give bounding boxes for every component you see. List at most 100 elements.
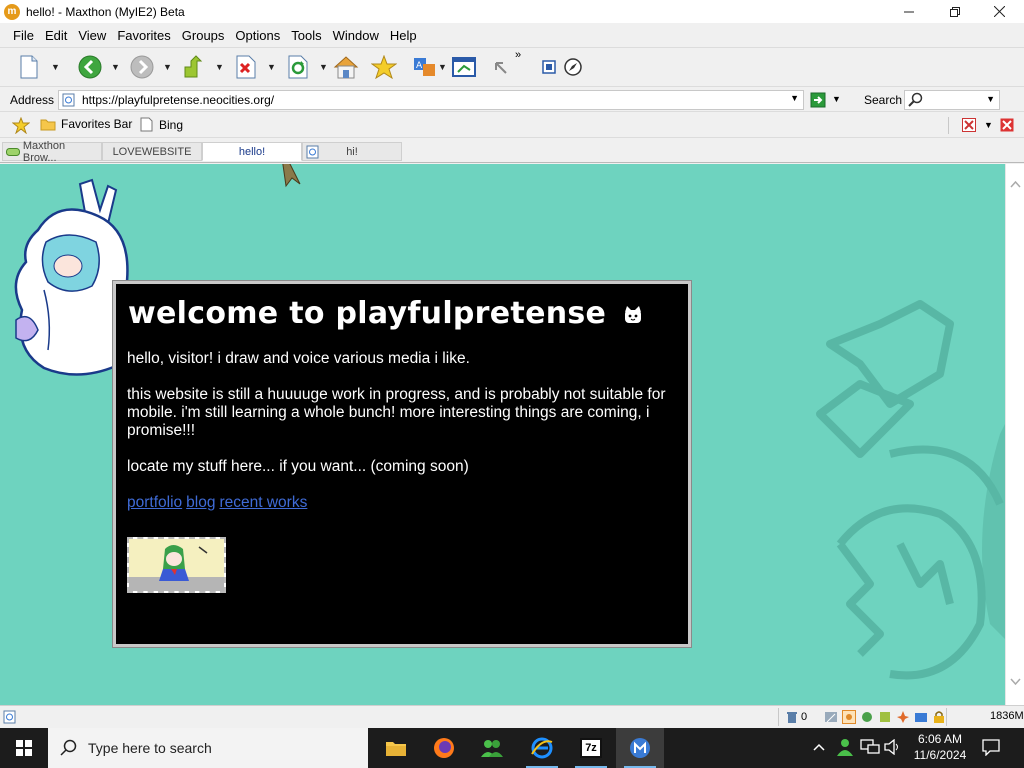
recent-works-link[interactable]: recent works bbox=[219, 494, 307, 511]
window-title: hello! - Maxthon (MyIE2) Beta bbox=[26, 4, 185, 19]
plugin-icon[interactable] bbox=[878, 710, 892, 724]
blog-link[interactable]: blog bbox=[186, 494, 215, 511]
firefox-taskbar[interactable] bbox=[420, 728, 468, 768]
address-url: https://playfulpretense.neocities.org/ bbox=[82, 93, 275, 107]
clock-time: 6:06 AM bbox=[917, 732, 963, 746]
maximize-button[interactable] bbox=[932, 0, 978, 23]
trash-icon bbox=[787, 712, 797, 723]
notifications-button[interactable] bbox=[982, 739, 1000, 759]
network-tray-icon[interactable] bbox=[860, 739, 880, 758]
refresh-dropdown-icon[interactable]: ▼ bbox=[319, 62, 328, 72]
close-tab-button[interactable] bbox=[962, 118, 976, 135]
menu-file[interactable]: File bbox=[8, 28, 39, 43]
tab-hi[interactable]: hi! bbox=[302, 142, 402, 161]
tab-maxthon-browser[interactable]: Maxthon Brow... bbox=[2, 140, 102, 164]
toolbar-more-chevron[interactable]: » bbox=[515, 49, 521, 61]
title-bar: m hello! - Maxthon (MyIE2) Beta bbox=[0, 0, 1024, 23]
translate-button[interactable]: A bbox=[412, 54, 438, 80]
screen-capture-icon[interactable] bbox=[914, 710, 928, 724]
translate-dropdown-icon[interactable]: ▼ bbox=[438, 62, 447, 72]
page-title: welcome to playfulpretense bbox=[128, 296, 643, 331]
menu-favorites[interactable]: Favorites bbox=[112, 28, 175, 43]
forward-arrow-icon bbox=[130, 55, 154, 79]
favorites-bar-folder[interactable]: Favorites Bar bbox=[40, 117, 132, 131]
page-icon bbox=[140, 117, 153, 132]
window-tile-button[interactable] bbox=[451, 54, 477, 80]
favorite-bing[interactable]: Bing bbox=[140, 117, 183, 132]
show-hidden-icons[interactable] bbox=[812, 740, 826, 757]
scroll-down-icon bbox=[1010, 678, 1021, 686]
forward-button[interactable] bbox=[129, 54, 155, 80]
close-dropdown-icon[interactable]: ▼ bbox=[984, 120, 993, 130]
trash-counter[interactable]: 0 bbox=[786, 710, 807, 724]
pin-button[interactable] bbox=[489, 54, 515, 80]
ad-hunter-icon[interactable] bbox=[860, 710, 874, 724]
start-button[interactable] bbox=[0, 728, 48, 768]
stop-button[interactable] bbox=[233, 54, 259, 80]
clock-date: 11/6/2024 bbox=[913, 748, 967, 762]
maxthon-app-icon[interactable]: m bbox=[4, 3, 20, 20]
back-button[interactable] bbox=[77, 54, 103, 80]
menu-options[interactable]: Options bbox=[230, 28, 285, 43]
up-button[interactable] bbox=[181, 54, 207, 80]
address-label: Address bbox=[10, 93, 55, 107]
minimize-button[interactable] bbox=[886, 0, 932, 23]
refresh-button[interactable] bbox=[285, 54, 311, 80]
proxy-icon[interactable] bbox=[824, 710, 838, 724]
back-dropdown-icon[interactable]: ▼ bbox=[111, 62, 120, 72]
tray-user-icon[interactable] bbox=[836, 738, 854, 759]
diagonal-arrow-icon bbox=[495, 62, 507, 74]
portfolio-link[interactable]: portfolio bbox=[127, 494, 182, 511]
status-divider bbox=[778, 708, 779, 726]
minimize-icon bbox=[904, 11, 914, 12]
memory-usage: 1836M bbox=[990, 710, 1024, 722]
menu-edit[interactable]: Edit bbox=[40, 28, 72, 43]
internet-explorer-taskbar[interactable] bbox=[518, 728, 566, 768]
taskbar-search-placeholder: Type here to search bbox=[88, 740, 212, 756]
menu-window[interactable]: Window bbox=[328, 28, 384, 43]
favorites-star-icon[interactable] bbox=[12, 117, 30, 134]
forward-dropdown-icon[interactable]: ▼ bbox=[163, 62, 172, 72]
tab-lovewebsite[interactable]: LOVEWEBSITE bbox=[102, 142, 202, 161]
tab-hello[interactable]: hello! bbox=[202, 142, 302, 161]
7zip-taskbar[interactable]: 7z bbox=[567, 728, 615, 768]
page-favicon-icon bbox=[62, 93, 75, 107]
volume-tray-icon[interactable] bbox=[884, 738, 902, 758]
address-dropdown-icon[interactable]: ▼ bbox=[790, 93, 799, 103]
new-page-dropdown-icon[interactable]: ▼ bbox=[51, 62, 60, 72]
menu-tools[interactable]: Tools bbox=[286, 28, 326, 43]
users-app-taskbar[interactable] bbox=[468, 728, 516, 768]
up-dropdown-icon[interactable]: ▼ bbox=[215, 62, 224, 72]
menu-help[interactable]: Help bbox=[385, 28, 422, 43]
stamp-image[interactable] bbox=[127, 537, 226, 593]
favorites-star-button[interactable] bbox=[371, 54, 397, 80]
close-button[interactable] bbox=[976, 0, 1022, 23]
search-label: Search bbox=[864, 93, 903, 107]
go-dropdown-icon[interactable]: ▼ bbox=[832, 94, 841, 104]
favorite-bing-label: Bing bbox=[159, 117, 184, 132]
screenshot-button[interactable] bbox=[539, 54, 559, 80]
search-input[interactable]: ▼ bbox=[904, 90, 1000, 110]
menu-view[interactable]: View bbox=[73, 28, 111, 43]
search-engine-dropdown-icon[interactable]: ▼ bbox=[986, 94, 995, 104]
lock-icon[interactable] bbox=[932, 710, 946, 724]
go-button[interactable] bbox=[810, 92, 826, 108]
flash-icon[interactable] bbox=[896, 710, 910, 724]
folder-icon bbox=[40, 119, 56, 131]
file-explorer-taskbar[interactable] bbox=[372, 728, 420, 768]
close-all-button[interactable] bbox=[1000, 118, 1014, 135]
system-clock[interactable]: 6:06 AM 11/6/2024 bbox=[904, 731, 976, 763]
safari-button[interactable] bbox=[561, 54, 585, 80]
taskbar-search-box[interactable]: Type here to search bbox=[48, 728, 368, 768]
menu-groups[interactable]: Groups bbox=[177, 28, 230, 43]
page-title-text: welcome to playfulpretense bbox=[128, 296, 607, 331]
favorites-bar: Favorites Bar Bing ▼ bbox=[0, 113, 1024, 138]
home-button[interactable] bbox=[333, 54, 359, 80]
stop-dropdown-icon[interactable]: ▼ bbox=[267, 62, 276, 72]
new-page-button[interactable] bbox=[16, 54, 42, 80]
popup-blocker-icon[interactable] bbox=[842, 710, 856, 724]
maxthon-taskbar[interactable] bbox=[616, 728, 664, 768]
go-arrow-icon bbox=[810, 92, 826, 108]
address-input[interactable]: https://playfulpretense.neocities.org/ ▼ bbox=[58, 90, 804, 110]
page-scrollbar[interactable] bbox=[1005, 164, 1024, 705]
